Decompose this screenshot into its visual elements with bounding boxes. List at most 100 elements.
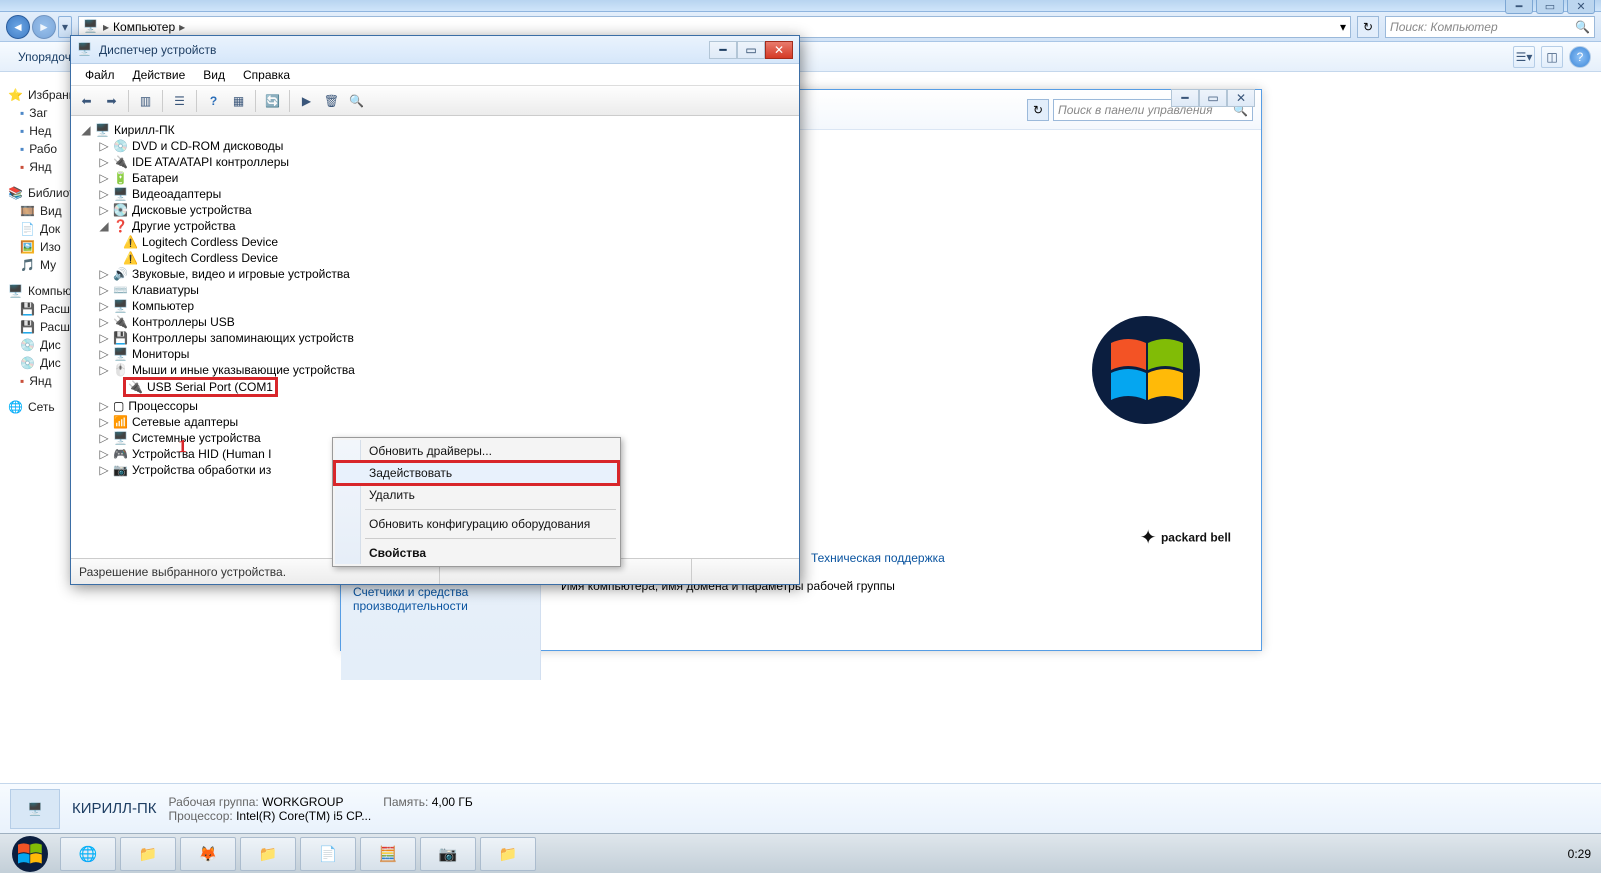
search-icon: 🔍 bbox=[1575, 20, 1590, 34]
tree-root[interactable]: ◢🖥️Кирилл-ПК bbox=[77, 122, 793, 138]
breadcrumb-computer[interactable]: Компьютер bbox=[113, 20, 175, 34]
help-button[interactable]: ? bbox=[1569, 46, 1591, 68]
keyboard-icon: ⌨️ bbox=[113, 283, 128, 297]
tray-clock[interactable]: 0:29 bbox=[1568, 847, 1591, 861]
star-icon: ⭐ bbox=[8, 88, 23, 102]
forward-button[interactable]: ➡ bbox=[100, 89, 123, 112]
device-manager-icon: 🖥️ bbox=[77, 42, 93, 58]
maximize-button[interactable]: ▭ bbox=[1536, 0, 1564, 14]
network-icon: 📶 bbox=[113, 415, 128, 429]
tree-node[interactable]: ▷🔌IDE ATA/ATAPI контроллеры bbox=[77, 154, 793, 170]
menu-help[interactable]: Справка bbox=[235, 66, 298, 84]
tree-node[interactable]: ▷🖥️Компьютер bbox=[77, 298, 793, 314]
computer-icon: 🖥️ bbox=[8, 284, 23, 298]
menu-file[interactable]: Файл bbox=[77, 66, 123, 84]
ctx-scan-hardware[interactable]: Обновить конфигурацию оборудования bbox=[335, 513, 618, 535]
enable-button[interactable]: ▶ bbox=[295, 89, 318, 112]
close-button[interactable]: ✕ bbox=[765, 41, 793, 59]
display-icon: 🖥️ bbox=[113, 187, 128, 201]
back-button[interactable]: ⬅ bbox=[75, 89, 98, 112]
tree-node[interactable]: ▷🔌Контроллеры USB bbox=[77, 314, 793, 330]
taskbar-item[interactable]: 📁 bbox=[480, 837, 536, 871]
taskbar-item[interactable]: 📁 bbox=[120, 837, 176, 871]
close-button[interactable]: ✕ bbox=[1567, 0, 1595, 14]
menu-view[interactable]: Вид bbox=[195, 66, 233, 84]
link-tech-support[interactable]: Техническая поддержка bbox=[811, 551, 945, 565]
scan-hardware-button[interactable]: 🔍 bbox=[345, 89, 368, 112]
toolbar: ⬅ ➡ ▥ ☰ ? ▦ 🔄 ▶ 🗑 🔍 bbox=[71, 86, 799, 116]
context-menu: Обновить драйверы... Задействовать Удали… bbox=[332, 437, 621, 567]
tree-node[interactable]: ▷▢Процессоры bbox=[77, 398, 793, 414]
computer-thumbnail-icon: 🖥️ bbox=[10, 789, 60, 829]
organize-menu[interactable]: Упорядоч bbox=[10, 50, 79, 64]
port-icon: 🔌 bbox=[128, 380, 143, 394]
monitor-icon: 🖥️ bbox=[113, 347, 128, 361]
tree-node[interactable]: ▷💾Контроллеры запоминающих устройств bbox=[77, 330, 793, 346]
minimize-button[interactable]: ━ bbox=[1505, 0, 1533, 14]
window-title-bar[interactable]: 🖥️ Диспетчер устройств ━ ▭ ✕ bbox=[71, 36, 799, 64]
unknown-icon: ❓ bbox=[113, 219, 128, 233]
computer-icon: 🖥️ bbox=[83, 19, 99, 35]
preview-pane-button[interactable]: ◫ bbox=[1541, 46, 1563, 68]
tree-node[interactable]: ▷💽Дисковые устройства bbox=[77, 202, 793, 218]
maximize-button[interactable]: ▭ bbox=[737, 41, 765, 59]
network-icon: 🌐 bbox=[8, 400, 23, 414]
search-field[interactable]: Поиск: Компьютер 🔍 bbox=[1385, 16, 1595, 38]
ctx-properties[interactable]: Свойства bbox=[335, 542, 618, 564]
windows-logo-icon bbox=[1091, 315, 1201, 425]
taskbar-item[interactable]: 🦊 bbox=[180, 837, 236, 871]
taskbar-item[interactable]: 🌐 bbox=[60, 837, 116, 871]
ctx-delete[interactable]: Удалить bbox=[335, 484, 618, 506]
tree-node[interactable]: ▷💿DVD и CD-ROM дисководы bbox=[77, 138, 793, 154]
imaging-icon: 📷 bbox=[113, 463, 128, 477]
tree-leaf[interactable]: ⚠️Logitech Cordless Device bbox=[77, 250, 793, 266]
hid-icon: 🎮 bbox=[113, 447, 128, 461]
link-perf-counters[interactable]: Счетчики и средства производительности bbox=[353, 580, 528, 618]
computer-icon: 🖥️ bbox=[113, 299, 128, 313]
details-pane: 🖥️ КИРИЛЛ-ПК Рабочая группа: WORKGROUP П… bbox=[0, 783, 1601, 833]
minimize-button[interactable]: ━ bbox=[1171, 89, 1199, 107]
refresh-button[interactable]: ↻ bbox=[1027, 99, 1049, 121]
tree-node[interactable]: ▷🔊Звуковые, видео и игровые устройства bbox=[77, 266, 793, 282]
ctx-update-drivers[interactable]: Обновить драйверы... bbox=[335, 440, 618, 462]
taskbar-item[interactable]: 📄 bbox=[300, 837, 356, 871]
storage-icon: 💾 bbox=[113, 331, 128, 345]
nav-back-button[interactable]: ◄ bbox=[6, 15, 30, 39]
system-icon: 🖥️ bbox=[113, 431, 128, 445]
start-button[interactable] bbox=[4, 835, 56, 873]
details-name: КИРИЛЛ-ПК bbox=[72, 800, 157, 817]
nav-forward-button[interactable]: ► bbox=[32, 15, 56, 39]
tree-leaf-usb-serial[interactable]: 🔌 USB Serial Port (COM1 bbox=[77, 376, 793, 398]
help-button[interactable]: ? bbox=[202, 89, 225, 112]
menu-action[interactable]: Действие bbox=[125, 66, 194, 84]
library-icon: 📚 bbox=[8, 186, 23, 200]
ctx-enable[interactable]: Задействовать bbox=[335, 462, 618, 484]
computer-icon: 🖥️ bbox=[95, 123, 110, 137]
uninstall-button[interactable]: 🗑 bbox=[320, 89, 343, 112]
properties-button[interactable]: ☰ bbox=[168, 89, 191, 112]
taskbar-item[interactable]: 🧮 bbox=[360, 837, 416, 871]
action-button[interactable]: ▦ bbox=[227, 89, 250, 112]
show-hide-tree-button[interactable]: ▥ bbox=[134, 89, 157, 112]
warning-icon: ⚠️ bbox=[123, 235, 138, 249]
tree-node[interactable]: ▷⌨️Клавиатуры bbox=[77, 282, 793, 298]
desktop-top-strip: ━ ▭ ✕ bbox=[0, 0, 1601, 12]
close-button[interactable]: ✕ bbox=[1227, 89, 1255, 107]
minimize-button[interactable]: ━ bbox=[709, 41, 737, 59]
update-driver-button[interactable]: 🔄 bbox=[261, 89, 284, 112]
taskbar-item[interactable]: 📷 bbox=[420, 837, 476, 871]
ide-icon: 🔌 bbox=[113, 155, 128, 169]
maximize-button[interactable]: ▭ bbox=[1199, 89, 1227, 107]
tree-leaf[interactable]: ⚠️Logitech Cordless Device bbox=[77, 234, 793, 250]
tree-node[interactable]: ▷🔋Батареи bbox=[77, 170, 793, 186]
tree-node[interactable]: ▷📶Сетевые адаптеры bbox=[77, 414, 793, 430]
packard-bell-logo: ✦ packard bell bbox=[1140, 525, 1231, 550]
warning-icon: ⚠️ bbox=[123, 251, 138, 265]
tree-node[interactable]: ▷🖥️Мониторы bbox=[77, 346, 793, 362]
tree-node-other[interactable]: ◢❓Другие устройства bbox=[77, 218, 793, 234]
view-options-button[interactable]: ☰▾ bbox=[1513, 46, 1535, 68]
refresh-button[interactable]: ↻ bbox=[1357, 16, 1379, 38]
tree-node[interactable]: ▷🖥️Видеоадаптеры bbox=[77, 186, 793, 202]
cpu-icon: ▢ bbox=[113, 399, 124, 413]
taskbar-item[interactable]: 📁 bbox=[240, 837, 296, 871]
